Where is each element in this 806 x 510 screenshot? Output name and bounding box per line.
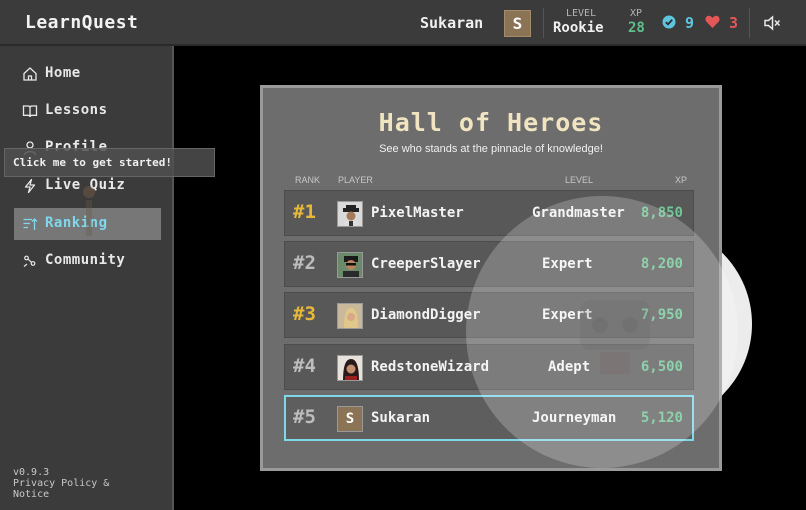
sidebar-item-label: Ranking — [45, 215, 108, 231]
privacy-policy-link-line2[interactable]: Notice — [13, 489, 109, 500]
rank-label: #2 — [293, 252, 316, 274]
xp-value: 28 — [628, 20, 645, 36]
sidebar-item-label: Lessons — [45, 102, 108, 118]
avatar[interactable]: S — [504, 10, 531, 37]
player-level: Adept — [548, 359, 591, 375]
column-header-xp: XP — [675, 175, 688, 185]
rank-label: #3 — [293, 303, 316, 325]
sidebar: Home Lessons Profile Live Quiz Ranking C… — [0, 46, 174, 510]
ranking-icon — [23, 218, 38, 230]
player-avatar — [337, 201, 363, 227]
sidebar-item-home[interactable]: Home — [14, 58, 161, 90]
sidebar-item-community[interactable]: Community — [14, 245, 161, 277]
sidebar-item-lessons[interactable]: Lessons — [14, 95, 161, 127]
app-title[interactable]: LearnQuest — [25, 12, 138, 33]
sound-off-icon — [764, 15, 781, 31]
correct-count: 9 — [685, 14, 695, 32]
player-level: Journeyman — [532, 410, 617, 426]
player-xp: 8,200 — [640, 256, 683, 272]
sound-toggle-button[interactable] — [762, 13, 782, 33]
player-name: RedstoneWizard — [371, 359, 490, 375]
player-name: PixelMaster — [371, 205, 464, 221]
check-circle-icon — [662, 15, 676, 33]
player-level: Grandmaster — [532, 205, 625, 221]
sidebar-item-label: Home — [45, 65, 81, 81]
top-bar: LearnQuest Sukaran S LEVEL Rookie XP 28 … — [0, 0, 806, 46]
table-row[interactable]: #1 PixelMaster Grandmaster 8,850 — [284, 190, 694, 236]
lightning-icon — [24, 178, 36, 194]
divider — [543, 8, 544, 38]
player-xp: 8,850 — [640, 205, 683, 221]
player-level: Expert — [542, 307, 593, 323]
divider — [749, 8, 750, 38]
page-title: Hall of Heroes — [378, 108, 604, 137]
lives-stat: 3 — [705, 14, 738, 33]
sidebar-item-label: Community — [45, 252, 126, 268]
page-subtitle: See who stands at the pinnacle of knowle… — [379, 143, 603, 155]
table-row[interactable]: #4 RedstoneWizard Adept 6,500 — [284, 344, 694, 390]
xp-caption: XP — [630, 8, 643, 19]
player-avatar: S — [337, 406, 363, 432]
rank-label: #5 — [293, 406, 316, 428]
rank-label: #4 — [293, 355, 316, 377]
level-caption: LEVEL — [566, 8, 597, 19]
leaderboard-panel: Hall of Heroes See who stands at the pin… — [260, 85, 722, 471]
player-xp: 6,500 — [640, 359, 683, 375]
tooltip-text: Click me to get started! — [13, 156, 172, 169]
user-name[interactable]: Sukaran — [420, 14, 483, 32]
table-row[interactable]: #3 DiamondDigger Expert 7,950 — [284, 292, 694, 338]
player-name: Sukaran — [371, 410, 431, 426]
player-name: CreeperSlayer — [371, 256, 481, 272]
column-header-rank: RANK — [295, 175, 321, 185]
player-xp: 5,120 — [640, 410, 683, 426]
home-icon — [23, 67, 37, 81]
rank-label: #1 — [293, 201, 316, 223]
column-header-level: LEVEL — [565, 175, 594, 185]
onboarding-tooltip[interactable]: Click me to get started! — [4, 148, 215, 177]
player-level: Expert — [542, 256, 593, 272]
column-header-player: PLAYER — [338, 175, 373, 185]
player-name: DiamondDigger — [371, 307, 481, 323]
community-icon — [23, 255, 36, 267]
level-value: Rookie — [553, 20, 604, 36]
privacy-policy-link[interactable]: Privacy Policy & — [13, 478, 109, 489]
mascot-ghost-icon — [83, 186, 95, 236]
player-avatar — [337, 252, 363, 278]
player-avatar — [337, 303, 363, 329]
lives-count: 3 — [729, 14, 739, 32]
heart-icon — [705, 15, 720, 33]
table-row[interactable]: #2 CreeperSlayer Expert 8,200 — [284, 241, 694, 287]
book-icon — [22, 105, 38, 118]
correct-stat: 9 — [662, 14, 694, 33]
player-xp: 7,950 — [640, 307, 683, 323]
player-avatar — [337, 355, 363, 381]
sidebar-footer: v0.9.3 Privacy Policy & Notice — [13, 467, 109, 500]
table-row-current-user[interactable]: #5 S Sukaran Journeyman 5,120 — [284, 395, 694, 441]
version-label: v0.9.3 — [13, 467, 50, 478]
